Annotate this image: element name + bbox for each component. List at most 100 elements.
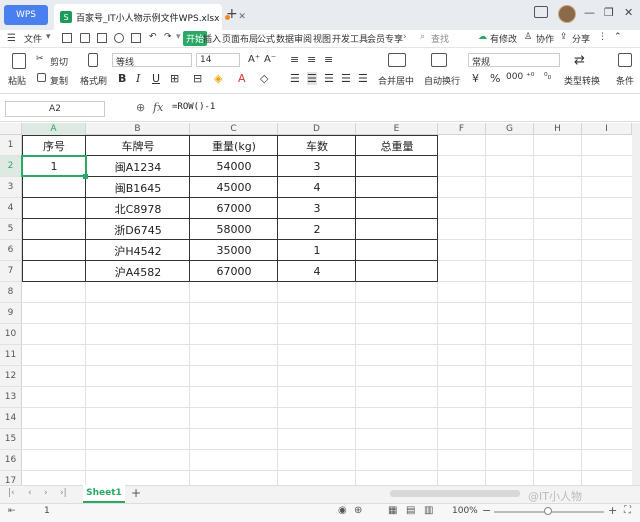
table-cell[interactable] [356, 177, 438, 198]
paste-icon[interactable] [12, 53, 26, 69]
eye-protect-icon[interactable]: ◉ [338, 505, 347, 516]
more-dropdown-icon[interactable]: ▾ [176, 32, 181, 42]
save-icon[interactable] [62, 33, 72, 43]
document-tab[interactable]: S 百家号_IT小人物示例文件WPS.xlsx ✕ [54, 4, 246, 30]
row-header-9[interactable]: 9 [0, 303, 22, 324]
align-middle-icon[interactable]: ≡ [307, 53, 316, 66]
close-tab-icon[interactable]: ✕ [238, 12, 246, 22]
redo-icon[interactable]: ↷ [164, 32, 172, 42]
formula-input[interactable]: =ROW()-1 [172, 102, 215, 112]
tab-page-layout[interactable]: 页面布局 [222, 32, 258, 45]
row-header-2[interactable]: 2 [0, 156, 22, 177]
tab-insert[interactable]: 插入 [203, 32, 221, 45]
underline-icon[interactable]: U [152, 72, 160, 85]
page-break-view-icon[interactable]: ▥ [424, 505, 433, 516]
first-sheet-icon[interactable]: |‹ [8, 488, 15, 498]
bold-icon[interactable]: B [118, 72, 126, 85]
table-header-cell[interactable]: 车数 [278, 135, 356, 156]
prev-sheet-icon[interactable]: ‹ [28, 488, 32, 498]
table-cell[interactable] [356, 261, 438, 282]
print-preview-icon[interactable] [131, 33, 141, 43]
table-cell[interactable]: 沪H4542 [86, 240, 190, 261]
table-cell[interactable] [22, 261, 86, 282]
cut-button[interactable]: 剪切 [50, 55, 68, 68]
merge-center-button[interactable]: 合并居中 [378, 74, 414, 87]
fullscreen-icon[interactable]: ⛶ [624, 505, 631, 516]
column-header-H[interactable]: H [534, 123, 582, 135]
collab-button[interactable]: 协作 [536, 32, 554, 45]
row-header-1[interactable]: 1 [0, 135, 22, 156]
clear-format-icon[interactable]: ◇ [260, 72, 268, 85]
table-cell[interactable]: 4 [278, 177, 356, 198]
percent-icon[interactable]: % [490, 72, 500, 85]
justify-icon[interactable]: ☰ [341, 72, 351, 85]
borders-icon[interactable]: ⊞ [170, 72, 179, 85]
column-header-D[interactable]: D [278, 123, 356, 135]
merge-center-icon[interactable] [388, 53, 406, 67]
column-header-G[interactable]: G [486, 123, 534, 135]
row-header-15[interactable]: 15 [0, 429, 22, 450]
column-header-A[interactable]: A [22, 123, 86, 135]
format-painter-button[interactable]: 格式刷 [80, 74, 107, 87]
row-header-5[interactable]: 5 [0, 219, 22, 240]
sheet-nav-icon[interactable]: ⇤ [8, 506, 16, 516]
align-right-icon[interactable]: ☰ [324, 72, 334, 85]
type-convert-button[interactable]: 类型转换 [564, 74, 600, 87]
table-cell[interactable]: 45000 [190, 177, 278, 198]
zoom-in-icon[interactable]: + [608, 504, 617, 517]
increase-decimal-icon[interactable]: ⁺⁰ [526, 72, 534, 82]
font-name-select[interactable]: 等线 [112, 53, 192, 67]
fill-handle[interactable] [83, 174, 88, 179]
row-header-12[interactable]: 12 [0, 366, 22, 387]
currency-icon[interactable]: ¥ [472, 72, 479, 85]
spreadsheet-grid[interactable]: ABCDEFGHI 1 2 3 4 5 6 7 8 9 10 11 12 13 14 15 16 17 序号 车牌号… [0, 123, 640, 485]
distribute-icon[interactable]: ☰ [358, 72, 368, 85]
page-layout-view-icon[interactable]: ▤ [406, 505, 415, 516]
sheet-tab-sheet1[interactable]: Sheet1 [83, 485, 125, 503]
row-header-8[interactable]: 8 [0, 282, 22, 303]
number-format-select[interactable]: 常规 [468, 53, 560, 67]
align-center-icon[interactable]: ☰ [307, 72, 317, 85]
zoom-search-icon[interactable]: ⊕ [136, 101, 145, 114]
decrease-decimal-icon[interactable]: ⁰₀ [544, 72, 551, 82]
zoom-out-icon[interactable]: − [482, 504, 491, 517]
row-header-11[interactable]: 11 [0, 345, 22, 366]
file-menu[interactable]: 文件 [24, 32, 42, 45]
copy-icon[interactable] [37, 73, 46, 82]
merge-cells-icon[interactable]: ⊟ [193, 72, 202, 85]
horizontal-scrollbar[interactable] [390, 490, 520, 497]
table-cell[interactable] [22, 198, 86, 219]
table-cell[interactable]: 1 [278, 240, 356, 261]
format-painter-icon[interactable] [88, 53, 98, 67]
align-left-icon[interactable]: ☰ [290, 72, 300, 85]
table-cell[interactable] [22, 177, 86, 198]
table-cell[interactable]: 2 [278, 219, 356, 240]
search-icon[interactable]: ⌕ [420, 32, 425, 42]
thousands-icon[interactable]: 000 [506, 72, 523, 82]
menu-icon[interactable]: ☰ [7, 33, 16, 44]
conditional-format-button[interactable]: 条件 [616, 74, 634, 87]
export-pdf-icon[interactable] [80, 33, 90, 43]
row-header-17[interactable]: 17 [0, 471, 22, 485]
tab-review[interactable]: 审阅 [294, 32, 312, 45]
active-cell-selection[interactable] [21, 155, 87, 177]
column-header-C[interactable]: C [190, 123, 278, 135]
row-header-14[interactable]: 14 [0, 408, 22, 429]
fill-color-icon[interactable]: ◈ [214, 72, 222, 85]
zoom-level[interactable]: 100% [452, 506, 478, 516]
table-cell[interactable]: 4 [278, 261, 356, 282]
select-all-corner[interactable] [0, 123, 22, 135]
table-cell[interactable]: 3 [278, 198, 356, 219]
table-cell[interactable]: 浙D6745 [86, 219, 190, 240]
decrease-font-icon[interactable]: A⁻ [264, 54, 276, 65]
table-header-cell[interactable]: 重量(kg) [190, 135, 278, 156]
table-header-cell[interactable]: 总重量 [356, 135, 438, 156]
tab-developer[interactable]: 开发工具 [332, 32, 368, 45]
cut-icon[interactable]: ✂ [36, 54, 44, 64]
italic-icon[interactable]: I [136, 72, 140, 85]
row-header-7[interactable]: 7 [0, 261, 22, 282]
new-tab-button[interactable]: + [226, 6, 238, 22]
table-cell[interactable]: 沪A4582 [86, 261, 190, 282]
table-cell[interactable] [356, 156, 438, 177]
table-cell[interactable] [356, 240, 438, 261]
